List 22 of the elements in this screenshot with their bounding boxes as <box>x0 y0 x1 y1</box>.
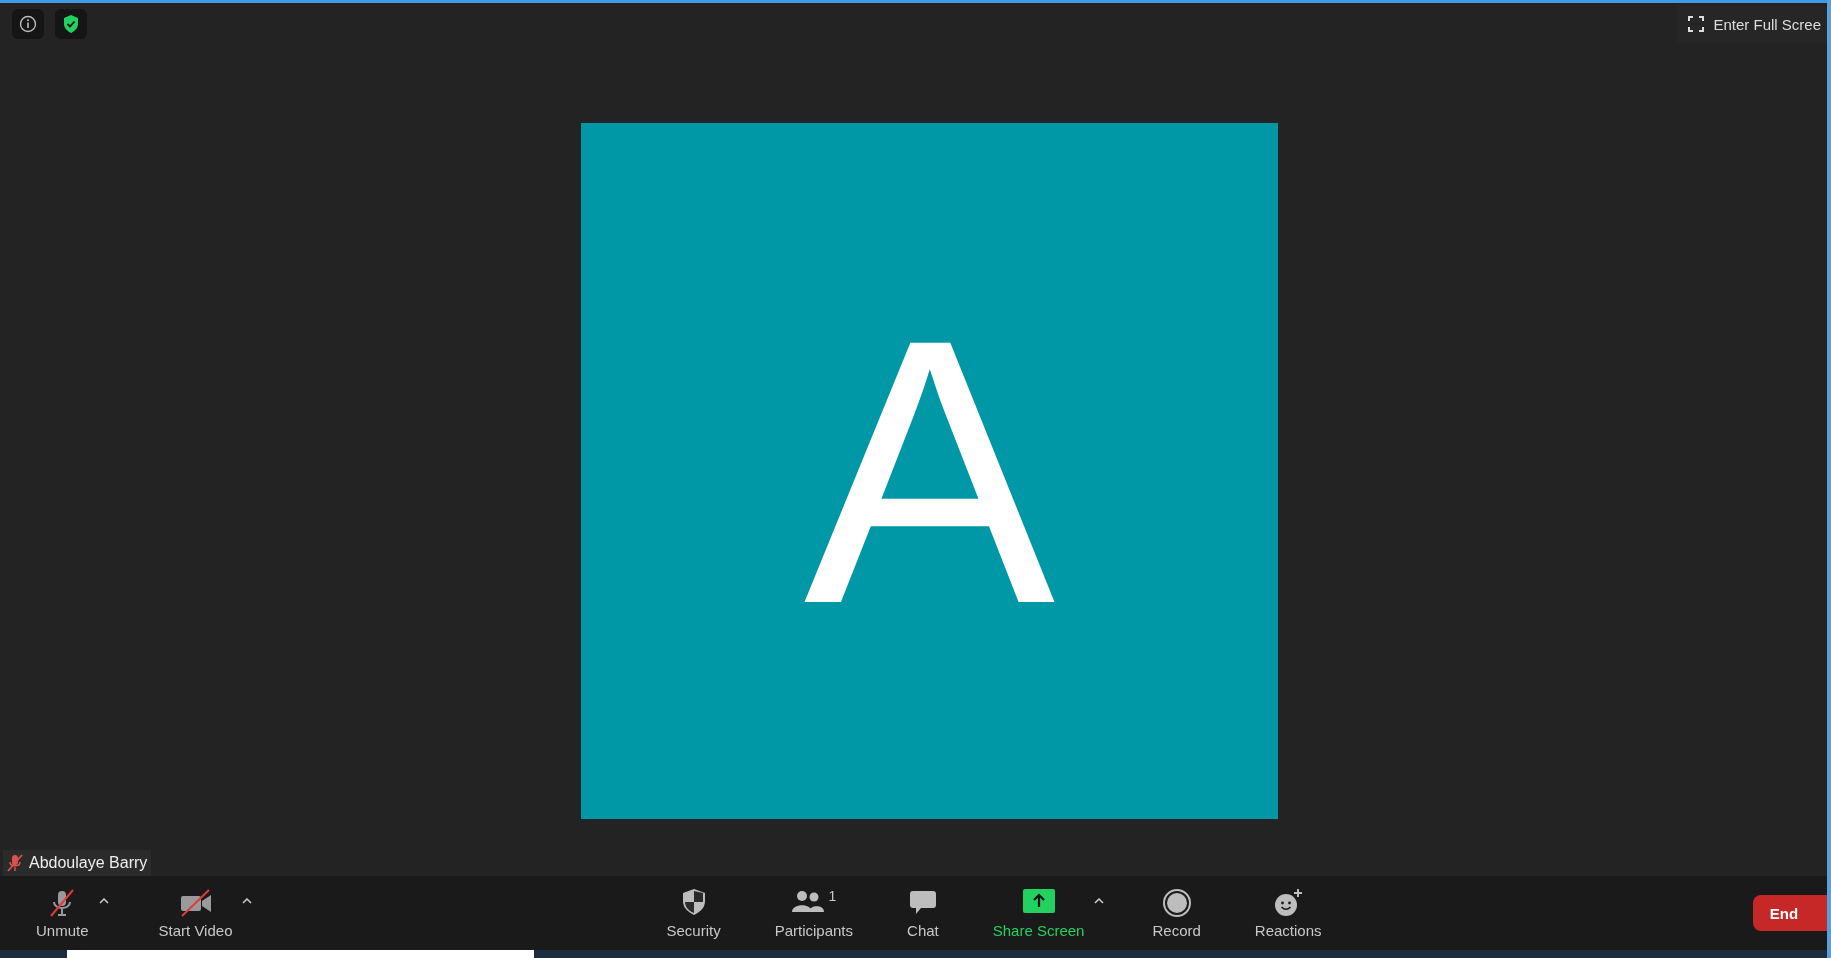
caret-icon <box>1094 897 1105 904</box>
info-button[interactable] <box>12 9 44 39</box>
shield-check-icon <box>62 14 80 34</box>
shield-icon <box>680 887 707 916</box>
caret-icon <box>98 897 109 904</box>
encryption-shield-button[interactable] <box>55 9 87 39</box>
reactions-button[interactable]: Reactions <box>1244 883 1332 943</box>
info-icon <box>19 15 37 33</box>
start-video-button[interactable]: Start Video <box>148 883 243 943</box>
record-button[interactable]: Record <box>1142 883 1211 943</box>
end-button[interactable]: End <box>1753 895 1827 931</box>
unmute-button[interactable]: Unmute <box>26 883 99 943</box>
caret-icon <box>242 897 253 904</box>
security-button[interactable]: Security <box>656 883 731 943</box>
chat-button[interactable]: Chat <box>897 883 949 943</box>
share-button[interactable]: Share Screen <box>982 883 1095 943</box>
avatar-initial: A <box>803 282 1056 660</box>
smiley-plus-icon <box>1273 887 1304 918</box>
participant-name: Abdoulaye Barry <box>29 854 148 872</box>
participants-button[interactable]: 1 Participants <box>764 883 864 943</box>
record-icon <box>1161 887 1192 918</box>
expand-icon <box>1687 15 1706 33</box>
